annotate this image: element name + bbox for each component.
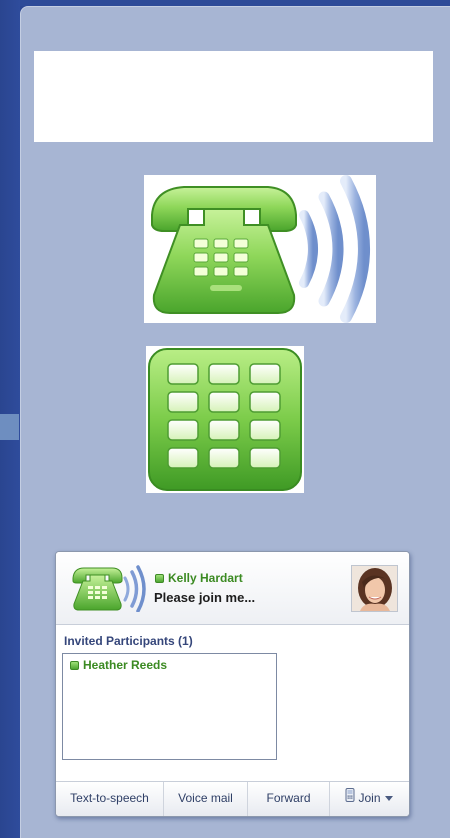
participant-name: Heather Reeds (83, 658, 168, 672)
presence-online-icon (155, 574, 164, 584)
join-button[interactable]: Join (330, 782, 409, 816)
card-header: Kelly Hardart Please join me... (56, 552, 409, 625)
call-invitation-card: Kelly Hardart Please join me... Invited … (55, 551, 410, 817)
text-to-speech-button[interactable]: Text-to-speech (56, 782, 164, 816)
action-bar: Text-to-speech Voice mail Forward Join (56, 781, 409, 816)
caller-name[interactable]: Kelly Hardart (155, 571, 243, 585)
side-resize-handle[interactable] (0, 414, 19, 440)
telephone-sound-waves-icon (70, 564, 146, 613)
caller-name-label: Kelly Hardart (168, 571, 243, 585)
invitation-message: Please join me... (154, 590, 256, 605)
presence-online-icon (70, 661, 79, 671)
participants-list[interactable]: Heather Reeds (62, 653, 277, 760)
keypad-icon (146, 346, 304, 493)
telephone-sound-waves-icon (144, 175, 376, 323)
mobile-phone-icon (345, 782, 355, 815)
chevron-down-icon (384, 782, 394, 815)
forward-button[interactable]: Forward (248, 782, 330, 816)
list-item[interactable]: Heather Reeds (70, 658, 167, 672)
voice-mail-button[interactable]: Voice mail (164, 782, 248, 816)
blank-content-area (34, 51, 433, 142)
invited-participants-heading: Invited Participants (1) (64, 634, 193, 648)
join-label: Join (358, 791, 381, 805)
caller-avatar (351, 565, 398, 612)
